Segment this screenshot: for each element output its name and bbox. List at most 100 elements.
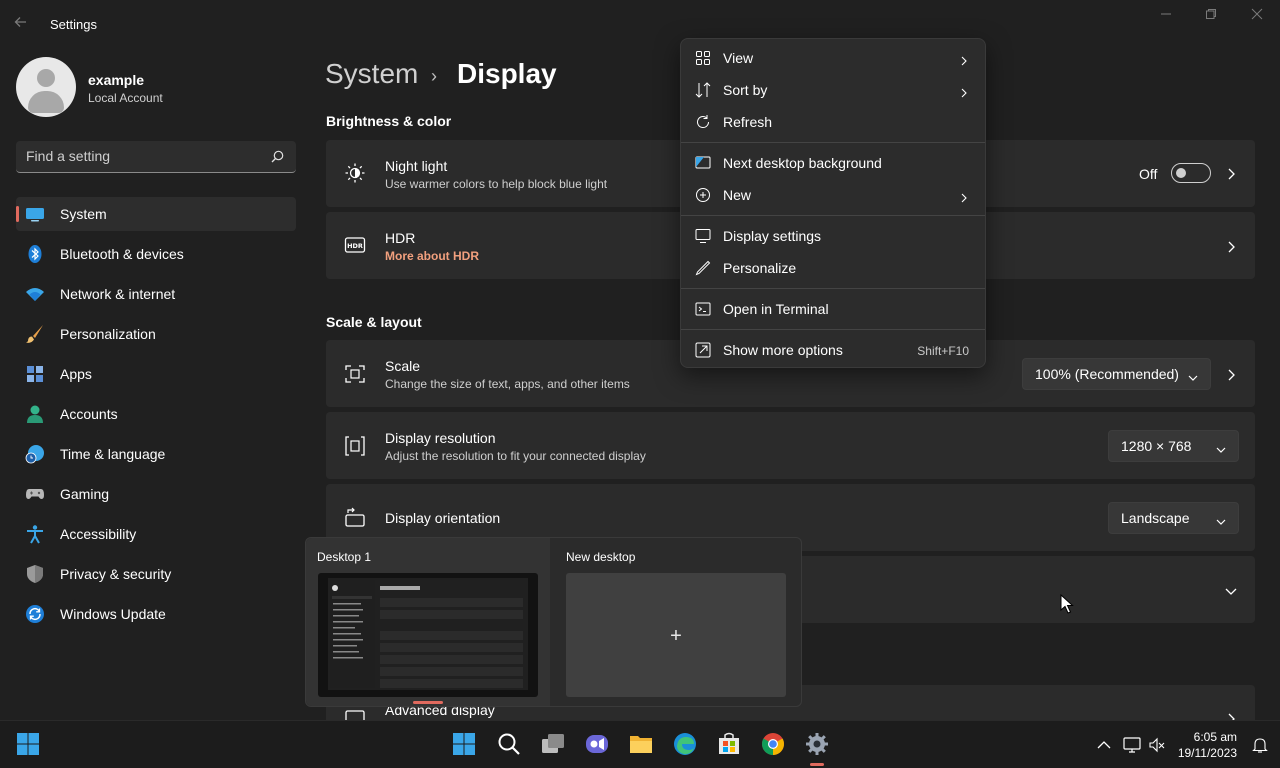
refresh-icon [695,114,711,130]
notification-bell-icon[interactable] [1251,736,1269,754]
avatar[interactable] [16,57,76,117]
sidebar-item-accessibility[interactable]: Accessibility [16,517,296,551]
search-input[interactable] [26,148,256,164]
sidebar-item-gaming[interactable]: Gaming [16,477,296,511]
store-icon[interactable] [716,731,742,757]
toggle-knob [1176,168,1186,178]
card-title: Display orientation [385,510,501,526]
menu-item-new[interactable]: New [685,180,983,210]
sidebar-item-privacy[interactable]: Privacy & security [16,557,296,591]
sidebar-item-apps[interactable]: Apps [16,357,296,391]
sidebar-item-accounts[interactable]: Accounts [16,397,296,431]
menu-item-refresh[interactable]: Refresh [685,107,983,137]
breadcrumb-parent[interactable]: System [325,58,418,90]
minimize-icon[interactable] [1156,8,1176,24]
sidebar-item-label: Accessibility [60,526,137,542]
card-subtitle: Use warmer colors to help block blue lig… [385,177,608,191]
user-name: example [88,72,145,88]
desktop-1-thumbnail[interactable] [318,573,538,697]
sidebar-item-label: Network & internet [60,286,176,302]
menu-item-personalize[interactable]: Personalize [685,253,983,283]
taskbar: 6:05 am 19/11/2023 [0,720,1280,768]
sidebar-item-label: Windows Update [60,606,166,622]
section-heading-scale-layout: Scale & layout [326,314,422,330]
sidebar-item-label: Privacy & security [60,566,172,582]
menu-item-label: Personalize [723,260,797,276]
maximize-icon[interactable] [1201,8,1221,24]
menu-item-next-background[interactable]: Next desktop background [685,148,983,178]
resolution-card[interactable]: Display resolution Adjust the resolution… [326,412,1255,479]
night-light-icon [344,162,366,184]
card-subtitle: Adjust the resolution to fit your connec… [385,449,646,463]
start-icon[interactable] [15,731,41,757]
orientation-dropdown[interactable]: Landscape [1108,502,1239,534]
sidebar-item-personalization[interactable]: Personalization [16,317,296,351]
menu-item-open-terminal[interactable]: Open in Terminal [685,294,983,324]
task-view-icon[interactable] [540,731,566,757]
terminal-icon [695,301,711,317]
resolution-icon [344,435,366,457]
sidebar-item-bluetooth[interactable]: Bluetooth & devices [16,237,296,271]
menu-item-sort-by[interactable]: Sort by [685,75,983,105]
new-desktop-button[interactable]: + [566,573,786,697]
back-arrow-icon[interactable] [14,15,34,33]
mouse-cursor-icon [1060,593,1074,614]
menu-item-show-more-options[interactable]: Show more options Shift+F10 [685,335,983,365]
submenu-chevron-icon [959,53,969,66]
orientation-icon [344,507,366,529]
edge-icon[interactable] [672,731,698,757]
menu-item-label: Refresh [723,114,773,130]
night-light-state-label: Off [1139,166,1158,182]
plus-icon: + [670,625,682,647]
current-desktop-indicator [413,701,443,704]
chevron-right-icon[interactable] [1225,240,1237,253]
tray-chevron-up-icon[interactable] [1095,736,1113,754]
menu-item-display-settings[interactable]: Display settings [685,221,983,251]
settings-gear-icon[interactable] [804,731,830,757]
volume-muted-icon[interactable] [1148,736,1166,754]
close-icon[interactable] [1247,8,1267,24]
menu-divider [681,329,985,330]
sidebar-item-time-language[interactable]: Time & language [16,437,296,471]
chrome-icon[interactable] [760,731,786,757]
taskbar-search-icon[interactable] [496,731,522,757]
pen-icon [695,260,711,276]
active-app-indicator [810,763,824,766]
scale-icon [344,363,366,385]
menu-item-label: View [723,50,754,66]
new-desktop-label: New desktop [566,550,636,564]
night-light-toggle[interactable] [1171,163,1211,183]
wifi-icon [25,284,45,304]
chevron-right-icon[interactable] [1225,368,1237,381]
sort-icon [695,82,711,98]
sidebar-item-windows-update[interactable]: Windows Update [16,597,296,631]
sidebar-item-system[interactable]: System [16,197,296,231]
shield-icon [25,564,45,584]
page-title: Display [457,58,557,89]
teams-chat-icon[interactable] [584,731,610,757]
hdr-icon: HDR [344,234,366,256]
start-icon[interactable] [451,731,477,757]
chevron-down-icon[interactable] [1225,584,1237,596]
orientation-value: Landscape [1121,510,1190,526]
file-explorer-icon[interactable] [628,731,654,757]
menu-divider [681,215,985,216]
sidebar-item-label: Time & language [60,446,166,462]
scale-dropdown[interactable]: 100% (Recommended) [1022,358,1211,390]
search-icon[interactable] [271,150,284,163]
menu-item-label: Sort by [723,82,768,98]
resolution-dropdown[interactable]: 1280 × 768 [1108,430,1239,462]
taskbar-date[interactable]: 19/11/2023 [1178,746,1237,760]
avatar-head [37,69,55,87]
avatar-body [28,91,64,113]
menu-item-view[interactable]: View [685,43,983,73]
taskbar-time[interactable]: 6:05 am [1194,730,1237,744]
time-language-icon [25,444,45,464]
network-icon[interactable] [1123,736,1141,754]
more-about-hdr-link[interactable]: More about HDR [385,249,479,263]
chevron-right-icon[interactable] [1225,167,1237,180]
sidebar-item-label: System [60,206,107,222]
sidebar-item-label: Accounts [60,406,118,422]
search-box[interactable] [16,141,296,173]
sidebar-item-network[interactable]: Network & internet [16,277,296,311]
